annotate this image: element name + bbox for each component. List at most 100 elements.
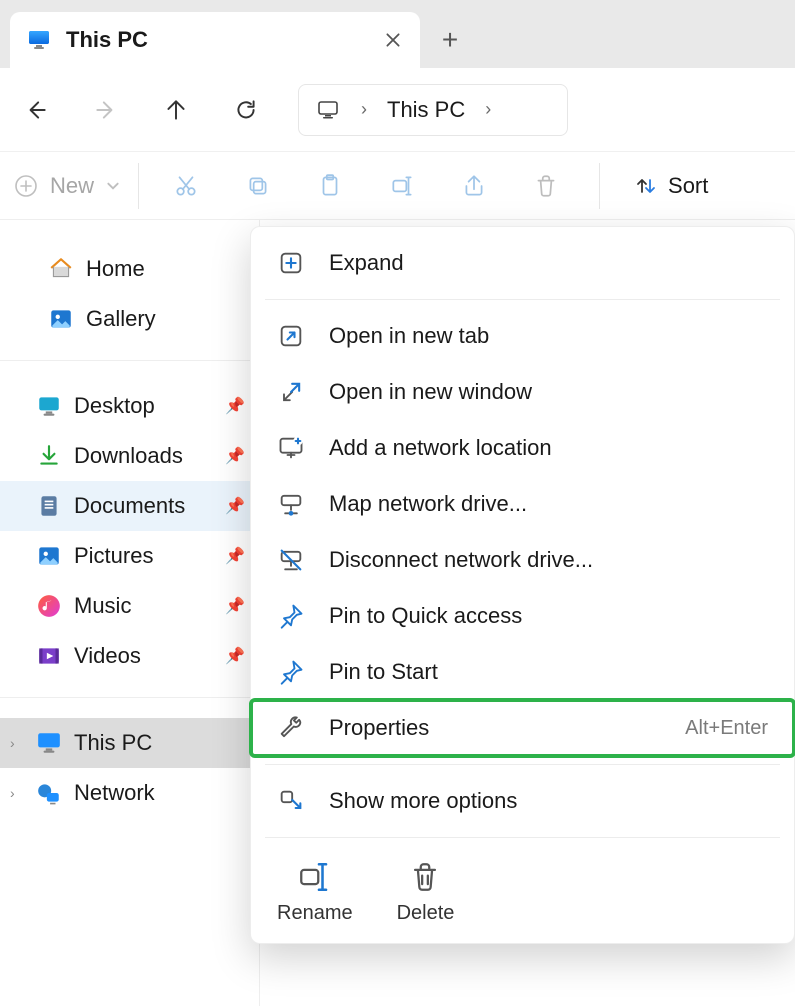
sidebar-item-label: Gallery [86, 306, 156, 332]
ctx-label: Delete [397, 902, 455, 925]
sidebar-item-label: Pictures [74, 543, 153, 569]
documents-icon [36, 493, 62, 519]
sidebar-item-home[interactable]: Home [0, 244, 259, 294]
close-icon[interactable] [384, 31, 402, 49]
sidebar-item-documents[interactable]: Documents 📌 [0, 481, 259, 531]
ctx-label: Expand [329, 250, 404, 276]
pin-icon: 📌 [225, 496, 245, 516]
sidebar-item-label: Downloads [74, 443, 183, 469]
chevron-down-icon [106, 179, 120, 193]
navigation-pane: Home Gallery Desktop 📌 Downloads 📌 Docum… [0, 220, 260, 1006]
sidebar-item-pictures[interactable]: Pictures 📌 [0, 531, 259, 581]
address-segment[interactable]: This PC [387, 97, 465, 123]
ctx-pin-start[interactable]: Pin to Start [251, 644, 794, 700]
new-label: New [50, 173, 94, 199]
map-drive-icon [277, 490, 305, 518]
show-more-icon [277, 787, 305, 815]
gallery-icon [48, 306, 74, 332]
ctx-label: Open in new window [329, 379, 532, 405]
forward-button[interactable] [78, 82, 134, 138]
sidebar-item-gallery[interactable]: Gallery [0, 294, 259, 344]
ctx-map-network-drive[interactable]: Map network drive... [251, 476, 794, 532]
network-icon [36, 780, 62, 806]
rename-icon [297, 860, 333, 896]
pictures-icon [36, 543, 62, 569]
delete-button[interactable] [521, 161, 571, 211]
pin-icon: 📌 [225, 396, 245, 416]
sidebar-item-desktop[interactable]: Desktop 📌 [0, 381, 259, 431]
pin-icon: 📌 [225, 446, 245, 466]
sidebar-item-label: This PC [74, 730, 152, 756]
ctx-bottom-bar: Rename Delete [251, 846, 794, 935]
ctx-label: Add a network location [329, 435, 552, 461]
ctx-label: Map network drive... [329, 491, 527, 517]
ctx-open-window[interactable]: Open in new window [251, 364, 794, 420]
separator [265, 299, 780, 300]
sidebar-item-network[interactable]: › Network [0, 768, 259, 818]
sidebar-item-label: Music [74, 593, 131, 619]
ctx-add-network-location[interactable]: Add a network location [251, 420, 794, 476]
separator [599, 163, 600, 209]
command-bar: New Sort [0, 152, 795, 220]
disconnect-drive-icon [277, 546, 305, 574]
trash-icon [408, 860, 444, 896]
sort-label: Sort [668, 173, 708, 199]
monitor-icon [26, 27, 52, 53]
sidebar-item-label: Documents [74, 493, 185, 519]
ctx-disconnect-network-drive[interactable]: Disconnect network drive... [251, 532, 794, 588]
sidebar-item-videos[interactable]: Videos 📌 [0, 631, 259, 681]
chevron-right-icon[interactable]: › [485, 99, 491, 120]
sort-button[interactable]: Sort [628, 173, 708, 199]
music-icon [36, 593, 62, 619]
pin-icon: 📌 [225, 546, 245, 566]
desktop-icon [36, 393, 62, 419]
ctx-rename[interactable]: Rename [277, 860, 353, 925]
ctx-expand[interactable]: Expand [251, 235, 794, 291]
pin-icon: 📌 [225, 596, 245, 616]
ctx-show-more[interactable]: Show more options [251, 773, 794, 829]
rename-button[interactable] [377, 161, 427, 211]
separator [265, 764, 780, 765]
ctx-properties[interactable]: Properties Alt+Enter [251, 700, 794, 756]
ctx-label: Pin to Start [329, 659, 438, 685]
sidebar-item-label: Desktop [74, 393, 155, 419]
up-button[interactable] [148, 82, 204, 138]
sidebar-item-music[interactable]: Music 📌 [0, 581, 259, 631]
ctx-delete[interactable]: Delete [397, 860, 455, 925]
properties-icon [277, 714, 305, 742]
ctx-label: Open in new tab [329, 323, 489, 349]
sidebar-item-label: Network [74, 780, 155, 806]
open-window-icon [277, 378, 305, 406]
address-bar[interactable]: › This PC › [298, 84, 568, 136]
sidebar-item-label: Videos [74, 643, 141, 669]
monitor-icon [36, 730, 62, 756]
new-button[interactable]: New [14, 163, 139, 209]
context-menu: Expand Open in new tab Open in new windo… [250, 226, 795, 944]
monitor-icon [315, 97, 341, 123]
paste-button[interactable] [305, 161, 355, 211]
ctx-label: Rename [277, 902, 353, 925]
cut-button[interactable] [161, 161, 211, 211]
ctx-open-tab[interactable]: Open in new tab [251, 308, 794, 364]
chevron-right-icon[interactable]: › [10, 785, 15, 801]
pin-icon: 📌 [225, 646, 245, 666]
open-tab-icon [277, 322, 305, 350]
refresh-button[interactable] [218, 82, 274, 138]
tab-title: This PC [66, 27, 370, 53]
ctx-pin-quick-access[interactable]: Pin to Quick access [251, 588, 794, 644]
ctx-label: Properties [329, 715, 429, 741]
back-button[interactable] [8, 82, 64, 138]
tab-this-pc[interactable]: This PC [10, 12, 420, 68]
tab-strip: This PC + [0, 0, 795, 68]
sidebar-item-this-pc[interactable]: › This PC [0, 718, 259, 768]
sidebar-item-label: Home [86, 256, 145, 282]
new-tab-button[interactable]: + [420, 12, 480, 68]
chevron-right-icon[interactable]: › [10, 735, 15, 751]
pin-icon [277, 602, 305, 630]
copy-button[interactable] [233, 161, 283, 211]
ctx-label: Show more options [329, 788, 517, 814]
home-icon [48, 256, 74, 282]
sidebar-item-downloads[interactable]: Downloads 📌 [0, 431, 259, 481]
chevron-right-icon[interactable]: › [361, 99, 367, 120]
share-button[interactable] [449, 161, 499, 211]
